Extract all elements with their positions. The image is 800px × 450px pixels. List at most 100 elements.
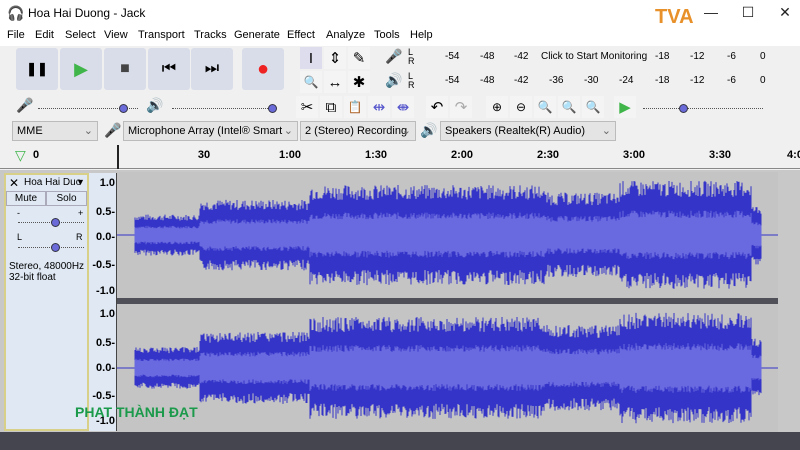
asterisk-icon: ✱ xyxy=(352,74,366,91)
scale-label: 0.5- xyxy=(96,337,115,349)
close-button[interactable]: ✕ xyxy=(770,4,800,24)
record-volume-knob[interactable] xyxy=(119,104,128,113)
cut-button[interactable]: ✂ xyxy=(296,96,318,118)
menu-help[interactable]: Help xyxy=(410,29,433,41)
skip-to-end-button[interactable]: ⏭ xyxy=(191,48,233,90)
fit-selection-button[interactable]: 🔍 xyxy=(534,96,556,118)
playback-volume-knob[interactable] xyxy=(268,104,277,113)
recording-device-select[interactable]: Microphone Array (Intel® Smart ⌄ xyxy=(123,121,298,141)
audio-host-select[interactable]: MME ⌄ xyxy=(12,121,98,141)
time-shift-tool[interactable]: ↔ xyxy=(324,71,346,93)
zoom-in-button[interactable]: ⊕ xyxy=(486,96,508,118)
scale-label: 0.0- xyxy=(96,362,115,374)
menu-tracks[interactable]: Tracks xyxy=(194,29,227,41)
zoom-out-button[interactable]: ⊖ xyxy=(510,96,532,118)
undo-icon: ↶ xyxy=(430,99,444,116)
fit-selection-icon: 🔍 xyxy=(537,100,553,114)
multi-tool[interactable]: ✱ xyxy=(348,71,370,93)
play-at-speed-knob[interactable] xyxy=(678,104,688,113)
pinned-play-head-icon[interactable]: ▽ xyxy=(15,147,26,164)
maximize-button[interactable]: ☐ xyxy=(733,4,763,24)
scale-label: 1.0 xyxy=(99,308,115,320)
play-button[interactable]: ▶ xyxy=(60,48,102,90)
magnifier-icon: 🔍 xyxy=(303,75,319,89)
selection-tool[interactable]: I xyxy=(300,47,322,69)
skip-to-start-button[interactable]: ⏮ xyxy=(148,48,190,90)
zoom-toggle-button[interactable]: 🔍 xyxy=(582,96,604,118)
menu-tools[interactable]: Tools xyxy=(374,29,400,41)
meter-tick: -36 xyxy=(549,75,564,86)
mic-icon: 🎤 xyxy=(104,122,122,138)
menu-edit[interactable]: Edit xyxy=(35,29,54,41)
pan-left-label: L xyxy=(17,232,23,242)
menu-transport[interactable]: Transport xyxy=(138,29,185,41)
meter-right-label: R xyxy=(408,80,415,90)
track-name-menu[interactable]: Hoa Hai Duo xyxy=(24,177,81,188)
waveform-display[interactable] xyxy=(117,172,778,432)
tva-logo: TVA xyxy=(655,6,694,28)
meter-tick: -12 xyxy=(690,75,705,86)
time-label: 3:30 xyxy=(708,149,732,161)
gain-minus-label: - xyxy=(17,208,20,218)
time-label: 30 xyxy=(197,149,211,161)
record-button[interactable]: ● xyxy=(242,48,284,90)
play-at-speed-slider[interactable] xyxy=(643,108,763,110)
copy-button[interactable]: ⧉ xyxy=(320,96,342,118)
playback-device-value: Speakers (Realtek(R) Audio) xyxy=(445,125,586,137)
fit-project-button[interactable]: 🔍 xyxy=(558,96,580,118)
meter-tick: -6 xyxy=(727,51,736,62)
redo-icon: ↷ xyxy=(454,99,468,116)
minimize-button[interactable]: — xyxy=(696,4,726,24)
time-label: 0 xyxy=(32,149,40,161)
meter-tick: -48 xyxy=(480,75,495,86)
pause-button[interactable]: ❚❚ xyxy=(16,48,58,90)
channel-left[interactable] xyxy=(117,172,778,298)
gain-knob[interactable] xyxy=(51,218,60,227)
menu-file[interactable]: File xyxy=(7,29,25,41)
trim-button[interactable]: ⇹ xyxy=(368,96,390,118)
title-bar: 🎧 Hoa Hai Duong - Jack TVA — ☐ ✕ xyxy=(0,0,800,28)
zoom-tool[interactable]: 🔍 xyxy=(300,71,322,93)
meter-tick: -6 xyxy=(727,75,736,86)
redo-button[interactable]: ↷ xyxy=(450,96,472,118)
stop-button[interactable]: ■ xyxy=(104,48,146,90)
playback-meter[interactable]: L R -54 -48 -42 -36 -30 -24 -18 -12 -6 0 xyxy=(405,71,767,91)
zoom-in-icon: ⊕ xyxy=(491,100,503,114)
timeline-ruler[interactable]: ▽ 0 30 1:00 1:30 2:00 2:30 3:00 3:30 4:0 xyxy=(0,145,800,169)
menu-effect[interactable]: Effect xyxy=(287,29,315,41)
recording-device-value: Microphone Array (Intel® Smart xyxy=(128,125,283,137)
solo-button[interactable]: Solo xyxy=(46,191,87,206)
time-label: 2:00 xyxy=(450,149,474,161)
undo-button[interactable]: ↶ xyxy=(426,96,448,118)
meter-tick: -18 xyxy=(655,51,670,62)
silence-button[interactable]: ⇼ xyxy=(392,96,414,118)
pencil-icon: ✎ xyxy=(352,50,366,67)
menu-select[interactable]: Select xyxy=(65,29,96,41)
play-at-speed-button[interactable]: ▶ xyxy=(614,96,636,118)
track-format-info: Stereo, 48000Hz xyxy=(9,261,85,272)
trim-icon: ⇹ xyxy=(372,99,386,116)
playback-device-select[interactable]: Speakers (Realtek(R) Audio) ⌄ xyxy=(440,121,616,141)
draw-tool[interactable]: ✎ xyxy=(348,47,370,69)
playhead[interactable] xyxy=(117,145,119,169)
playback-volume-slider[interactable] xyxy=(172,108,272,110)
meter-tick: -54 xyxy=(445,51,460,62)
track-bit-depth-info: 32-bit float xyxy=(9,272,56,283)
record-meter[interactable]: L R -54 -48 -42 Click to Start Monitorin… xyxy=(405,47,767,67)
close-track-icon[interactable]: ✕ xyxy=(9,176,19,190)
channel-right[interactable] xyxy=(117,304,778,432)
envelope-tool[interactable]: ⇕ xyxy=(324,47,346,69)
zoom-out-icon: ⊖ xyxy=(515,100,527,114)
pan-knob[interactable] xyxy=(51,243,60,252)
start-monitoring-prompt[interactable]: Click to Start Monitoring xyxy=(541,51,647,62)
time-label: 4:0 xyxy=(787,149,800,161)
menu-generate[interactable]: Generate xyxy=(234,29,280,41)
stop-icon: ■ xyxy=(120,60,130,77)
recording-channels-select[interactable]: 2 (Stereo) Recording ⌄ xyxy=(300,121,416,141)
track-menu-arrow-icon[interactable]: ▼ xyxy=(76,177,85,187)
paste-button[interactable]: 📋 xyxy=(344,96,366,118)
menu-view[interactable]: View xyxy=(104,29,128,41)
mute-button[interactable]: Mute xyxy=(6,191,46,206)
menu-analyze[interactable]: Analyze xyxy=(326,29,365,41)
skip-end-icon: ⏭ xyxy=(204,60,220,77)
